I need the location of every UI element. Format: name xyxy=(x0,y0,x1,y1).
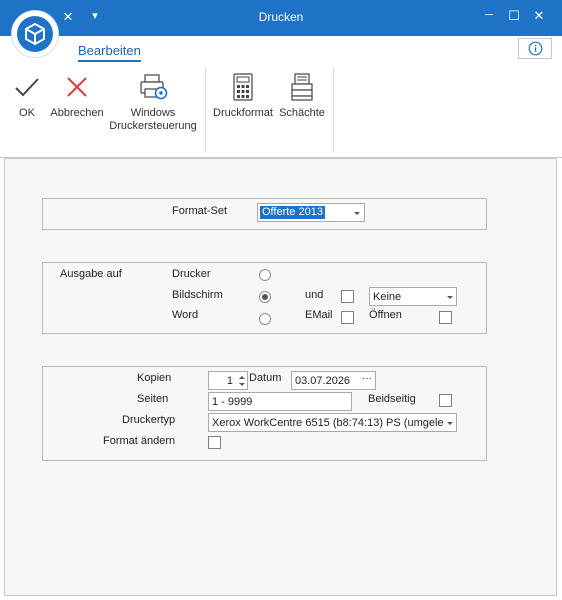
cancel-label: Abbrechen xyxy=(50,107,104,119)
druckformat-label: Druckformat xyxy=(213,107,273,119)
ausgabe-label: Ausgabe auf xyxy=(60,268,122,280)
cube-icon xyxy=(25,22,45,46)
format-set-value: Offerte 2013 xyxy=(262,206,323,218)
radio-selected-dot xyxy=(262,294,268,300)
chevron-down-icon xyxy=(354,212,360,215)
ok-label: OK xyxy=(19,107,35,119)
checkmark-icon xyxy=(15,78,39,97)
seiten-value: 1 - 9999 xyxy=(212,396,253,408)
druckertyp-label: Druckertyp xyxy=(122,414,176,426)
kopien-value: 1 xyxy=(226,375,233,387)
radio-drucker[interactable] xyxy=(259,269,271,281)
druckformat-button[interactable]: Druckformat xyxy=(211,71,275,131)
cancel-icon xyxy=(67,77,87,97)
format-aendern-label: Format ändern xyxy=(103,435,176,447)
seiten-field[interactable]: 1 - 9999 xyxy=(208,392,352,411)
window-title: Drucken xyxy=(258,10,304,24)
info-icon xyxy=(528,41,543,56)
und-checkbox[interactable] xyxy=(341,290,354,303)
tab-bearbeiten[interactable]: Bearbeiten xyxy=(78,43,141,58)
druckertyp-value: Xerox WorkCentre 6515 (b8:74:13) PS (umg… xyxy=(212,417,444,429)
format-set-selection: Offerte 2013 xyxy=(260,206,325,219)
beidseitig-checkbox[interactable] xyxy=(439,394,452,407)
format-set-dropdown[interactable]: Offerte 2013 xyxy=(257,203,365,222)
close-icon[interactable]: × xyxy=(60,7,76,27)
ok-button[interactable]: OK xyxy=(9,71,45,131)
option-word-label: Word xyxy=(172,309,199,321)
minimize-button[interactable]: ─ xyxy=(480,9,498,21)
schaechte-label: Schächte xyxy=(279,107,325,119)
qat-dropdown-icon[interactable]: ▾ xyxy=(89,9,101,22)
windows-druckersteuerung-button[interactable]: Windows Druckersteuerung xyxy=(107,71,199,133)
radio-word[interactable] xyxy=(259,313,271,325)
format-aendern-checkbox[interactable] xyxy=(208,436,221,449)
radio-bildschirm[interactable] xyxy=(259,291,271,303)
oeffnen-checkbox[interactable] xyxy=(439,311,452,324)
beidseitig-label: Beidseitig xyxy=(368,393,416,405)
datum-label: Datum xyxy=(249,372,282,384)
tab-underline xyxy=(78,60,141,62)
ribbon-separator xyxy=(333,66,334,152)
date-picker-button[interactable]: ··· xyxy=(362,373,372,384)
window-close-button[interactable]: ✕ xyxy=(530,8,548,24)
und-label: und xyxy=(305,289,324,301)
chevron-down-icon xyxy=(447,422,453,425)
datum-value: 03.07.2026 xyxy=(295,375,351,387)
keine-dropdown[interactable]: Keine xyxy=(369,287,457,306)
kopien-stepper[interactable]: 1 xyxy=(208,371,248,390)
chevron-down-icon xyxy=(447,296,453,299)
format-set-label: Format-Set xyxy=(172,205,228,217)
paper-tray-icon xyxy=(291,73,313,101)
app-logo-badge xyxy=(17,16,53,52)
schaechte-button[interactable]: Schächte xyxy=(277,71,327,131)
maximize-button[interactable]: ☐ xyxy=(505,8,523,24)
option-drucker-label: Drucker xyxy=(172,268,211,280)
windows-label-line2: Druckersteuerung xyxy=(109,120,197,132)
email-label: EMail xyxy=(305,309,333,321)
datum-field[interactable]: 03.07.2026 ··· xyxy=(291,371,376,390)
calculator-icon xyxy=(233,73,253,101)
seiten-label: Seiten xyxy=(137,393,169,405)
cancel-button[interactable]: Abbrechen xyxy=(48,71,106,131)
app-logo[interactable] xyxy=(11,10,59,58)
kopien-label: Kopien xyxy=(137,372,172,384)
windows-label-line1: Windows xyxy=(130,107,176,119)
info-button[interactable] xyxy=(518,38,552,59)
oeffnen-label: Öffnen xyxy=(369,309,402,321)
option-bildschirm-label: Bildschirm xyxy=(172,289,223,301)
spin-arrows-icon[interactable] xyxy=(238,374,246,388)
keine-value: Keine xyxy=(373,291,402,303)
email-checkbox[interactable] xyxy=(341,311,354,324)
printer-settings-icon xyxy=(140,74,168,100)
druckertyp-dropdown[interactable]: Xerox WorkCentre 6515 (b8:74:13) PS (umg… xyxy=(208,413,457,432)
ribbon-separator xyxy=(205,66,206,152)
